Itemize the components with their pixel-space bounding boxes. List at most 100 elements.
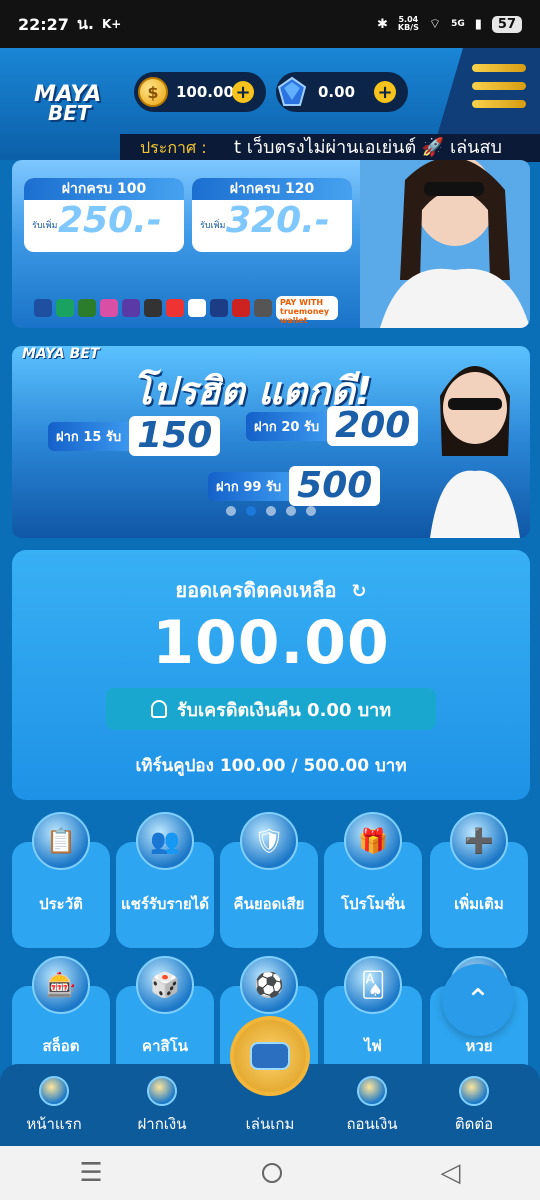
- deposit-sub: รับเพิ่ม: [32, 221, 58, 231]
- carousel-dot[interactable]: [226, 506, 236, 516]
- promo-value: 500: [289, 466, 381, 506]
- share-icon: 👥: [136, 812, 194, 870]
- truemoney-badge: PAY WITH truemoney wallet: [276, 296, 338, 325]
- announcement-label: ประกาศ :: [140, 138, 207, 157]
- cashback-button[interactable]: รับเครดิตเงินคืน 0.00 บาท: [106, 688, 436, 730]
- deposit-title: ฝากครบ 120: [192, 178, 352, 200]
- carousel-dot[interactable]: [306, 506, 316, 516]
- shield-icon: 🛡: [240, 812, 298, 870]
- announcement-ticker: ประกาศ : t เว็บตรงไม่ผ่านเอเย่นต์ 🚀 เล่น…: [0, 134, 540, 162]
- promo-badge-500: ฝาก 99 รับ 500: [208, 466, 381, 506]
- deposit-card-120: ฝากครบ 120 รับเพิ่ม 320.-: [192, 178, 352, 252]
- cashback-text: รับเครดิตเงินคืน 0.00 บาท: [176, 699, 392, 721]
- category-label: ไพ่: [364, 1037, 382, 1055]
- recents-icon[interactable]: ☰: [79, 1158, 102, 1188]
- announcement-text: t เว็บตรงไม่ผ่านเอเย่นต์ 🚀 เล่นสบ: [234, 137, 502, 158]
- nav-contact[interactable]: ติดต่อ: [420, 1072, 528, 1136]
- nav-label: ถอนเงิน: [346, 1115, 398, 1133]
- pay-with-label: PAY WITH: [280, 298, 324, 307]
- casino-icon: 🎲: [136, 956, 194, 1014]
- deposit-value: 320.-: [226, 200, 330, 241]
- promo-badge-200: ฝาก 20 รับ 200: [246, 406, 419, 446]
- promo-badge-150: ฝาก 15 รับ 150: [48, 416, 221, 456]
- withdraw-icon: [357, 1076, 387, 1106]
- sport-icon: ⚽: [240, 956, 298, 1014]
- balance-title-text: ยอดเครดิตคงเหลือ: [175, 578, 337, 602]
- logo-text-bottom: BET: [48, 101, 91, 125]
- contact-icon: [459, 1076, 489, 1106]
- category-label: สล็อต: [42, 1037, 80, 1055]
- promo-banner-1[interactable]: ฝากครบ 100 รับเพิ่ม 250.- ฝากครบ 120 รับ…: [12, 160, 530, 328]
- model-image-2: [430, 366, 520, 538]
- bluetooth-icon: ✱: [376, 16, 388, 32]
- promo-key: ฝาก 20 รับ: [246, 411, 328, 441]
- history-icon: 📋: [32, 812, 90, 870]
- coin-balance-pill[interactable]: $ 100.00 +: [134, 72, 266, 112]
- deposit-card-100: ฝากครบ 100 รับเพิ่ม 250.-: [24, 178, 184, 252]
- turnover-text: เทิร์นคูปอง 100.00 / 500.00 บาท: [135, 756, 407, 776]
- signal-icon: ▮: [474, 16, 482, 32]
- gem-icon: [277, 76, 307, 106]
- plus-icon: ➕: [450, 812, 508, 870]
- brand-logo[interactable]: MAYA BET: [34, 82, 124, 134]
- menu-label: แชร์รับรายได้: [120, 895, 210, 913]
- status-carrier: น.: [76, 13, 94, 33]
- gift-icon: 🎁: [344, 812, 402, 870]
- coin-balance: 100.00: [176, 83, 234, 101]
- refresh-icon[interactable]: ↻: [351, 581, 366, 602]
- home-icon: [39, 1076, 69, 1106]
- status-time: 22:27: [18, 14, 69, 34]
- promo-banner-2[interactable]: MAYA BET โปรฮิต แตกดี! ฝาก 15 รับ 150 ฝา…: [12, 346, 530, 538]
- menu-label: โปรโมชั่น: [340, 895, 405, 913]
- play-game-button[interactable]: [230, 1016, 310, 1096]
- system-nav-bar: ☰ ◁: [0, 1146, 540, 1200]
- carousel-dots: [226, 506, 316, 516]
- promo-key: ฝาก 99 รับ: [208, 471, 290, 501]
- network-type: 5G: [451, 19, 465, 29]
- balance-amount: 100.00: [152, 608, 390, 678]
- banner-logo: MAYA BET: [22, 346, 100, 362]
- nav-label: ติดต่อ: [454, 1115, 494, 1133]
- battery-indicator: 57: [491, 15, 522, 33]
- menu-cashback[interactable]: 🛡 คืนยอดเสีย: [220, 812, 318, 948]
- gem-balance-pill[interactable]: 0.00 +: [276, 72, 408, 112]
- menu-history[interactable]: 📋 ประวัติ: [12, 812, 110, 948]
- home-circle-icon[interactable]: [261, 1163, 282, 1183]
- add-gem-button[interactable]: +: [374, 81, 396, 103]
- payment-methods: PAY WITH truemoney wallet: [34, 296, 338, 325]
- menu-share-income[interactable]: 👥 แชร์รับรายได้: [116, 812, 214, 948]
- nav-home[interactable]: หน้าแรก: [0, 1072, 108, 1136]
- add-coin-button[interactable]: +: [232, 81, 254, 103]
- wifi-icon: ⌔: [428, 17, 442, 32]
- speed-unit: KB/S: [397, 23, 419, 32]
- carousel-dot-active[interactable]: [246, 506, 256, 516]
- deposit-icon: [147, 1076, 177, 1106]
- cards-icon: 🂡: [344, 956, 402, 1014]
- gamepad-icon: [250, 1042, 290, 1070]
- hamburger-menu-icon[interactable]: [472, 64, 526, 108]
- status-extra: K+: [101, 17, 122, 31]
- deposit-value: 250.-: [58, 200, 162, 241]
- status-bar: 22:27 น. K+ ✱ 5.04 KB/S ⌔ 5G ▮ 57: [0, 0, 540, 48]
- menu-label: คืนยอดเสีย: [233, 895, 305, 913]
- truemoney-label: truemoney wallet: [280, 307, 330, 325]
- nav-label: เล่นเกม: [245, 1115, 295, 1133]
- carousel-dot[interactable]: [286, 506, 296, 516]
- promo-value: 200: [327, 406, 419, 446]
- carousel-dot[interactable]: [266, 506, 276, 516]
- balance-card: ยอดเครดิตคงเหลือ ↻ 100.00 รับเครดิตเงินค…: [12, 550, 530, 800]
- app-header: MAYA BET $ 100.00 + 0.00 + ประกาศ : t เว…: [0, 48, 540, 162]
- menu-label: เพิ่มเติม: [454, 895, 504, 913]
- nav-label: ฝากเงิน: [137, 1115, 187, 1133]
- promo-key: ฝาก 15 รับ: [48, 421, 130, 451]
- coin-icon: $: [138, 77, 168, 107]
- menu-promotion[interactable]: 🎁 โปรโมชั่น: [324, 812, 422, 948]
- nav-label: หน้าแรก: [26, 1115, 82, 1133]
- back-icon[interactable]: ◁: [441, 1158, 461, 1188]
- category-label: หวย: [465, 1037, 493, 1055]
- menu-more[interactable]: ➕ เพิ่มเติม: [430, 812, 528, 948]
- nav-deposit[interactable]: ฝากเงิน: [108, 1072, 216, 1136]
- menu-label: ประวัติ: [39, 895, 83, 913]
- scroll-top-button[interactable]: ⌃: [442, 964, 514, 1036]
- nav-withdraw[interactable]: ถอนเงิน: [318, 1072, 426, 1136]
